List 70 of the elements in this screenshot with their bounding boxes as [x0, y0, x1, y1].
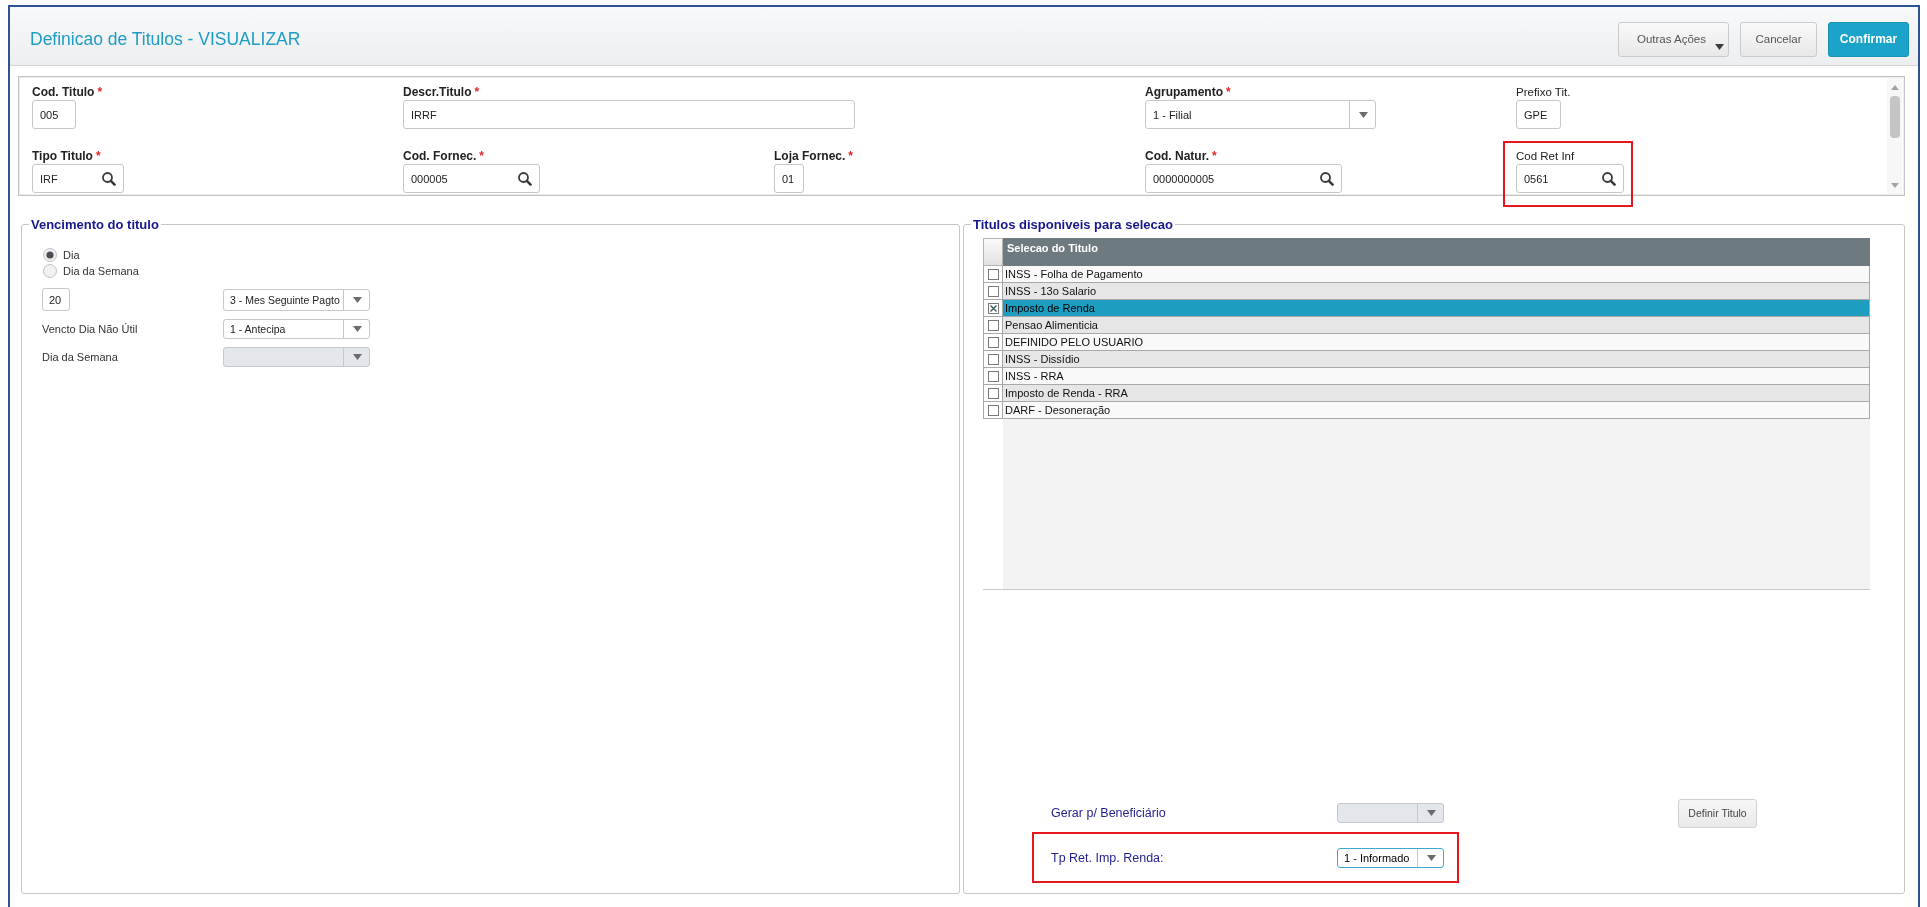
- field-label: Dia da Semana: [42, 351, 119, 363]
- radio-option[interactable]: Dia: [43, 247, 80, 263]
- text-field[interactable]: 005: [32, 100, 76, 129]
- caret-icon: [352, 354, 362, 360]
- more-actions-button[interactable]: Outras Ações: [1617, 21, 1729, 57]
- table-cell[interactable]: INSS - RRA: [1003, 368, 1870, 385]
- lookup-field[interactable]: IRF: [32, 164, 124, 193]
- field-label: Tp Ret. Imp. Renda:: [1051, 851, 1165, 865]
- checkbox[interactable]: [987, 285, 999, 297]
- field-label: Descr.Titulo *: [403, 85, 480, 99]
- table-cell[interactable]: DEFINIDO PELO USUARIO: [1003, 334, 1870, 351]
- field-label: Prefixo Tit.: [1516, 85, 1571, 99]
- field-label: Cod. Fornec. *: [403, 149, 484, 163]
- search-icon: [102, 171, 116, 186]
- dropdown-field[interactable]: 1 - Antecipa: [223, 319, 370, 339]
- search-icon: [1602, 171, 1616, 186]
- column-header[interactable]: Selecao do Titulo: [1003, 238, 1870, 266]
- panel-legend: Vencimento do titulo: [29, 217, 161, 232]
- scrollbar[interactable]: [1887, 78, 1902, 194]
- table-cell[interactable]: Imposto de Renda - RRA: [1003, 385, 1870, 402]
- scrollbar-thumb[interactable]: [1889, 96, 1900, 138]
- field-label: Gerar p/ Beneficiário: [1051, 806, 1167, 820]
- lookup-field[interactable]: 000005: [403, 164, 540, 193]
- caret-icon: [352, 296, 362, 303]
- checkbox[interactable]: [987, 404, 999, 416]
- field-label: Cod. Natur. *: [1145, 149, 1217, 163]
- radio-icon[interactable]: [43, 264, 57, 278]
- checkbox[interactable]: [987, 353, 999, 365]
- field-label: Cod Ret Inf: [1516, 149, 1575, 163]
- cancel-button[interactable]: Cancelar: [1740, 21, 1817, 57]
- checkbox[interactable]: [987, 387, 999, 399]
- radio-option[interactable]: Dia da Semana: [43, 263, 139, 279]
- checkbox[interactable]: [987, 370, 999, 382]
- field-label: Loja Fornec. *: [774, 149, 853, 163]
- caret-icon: [1427, 855, 1436, 861]
- field-label: Cod. Titulo *: [32, 85, 103, 99]
- search-icon: [518, 171, 532, 186]
- table-cell[interactable]: DARF - Desoneração: [1003, 402, 1870, 419]
- field-label: Vencto Dia Não Útil: [42, 323, 139, 335]
- table-cell[interactable]: INSS - Folha de Pagamento: [1003, 266, 1870, 283]
- table-cell[interactable]: INSS - 13o Salario: [1003, 283, 1870, 300]
- lookup-field[interactable]: 0561: [1516, 164, 1624, 193]
- checkbox[interactable]: [987, 268, 999, 280]
- search-icon: [1320, 171, 1334, 186]
- table-cell[interactable]: Pensao Alimenticia: [1003, 317, 1870, 334]
- table-cell[interactable]: Imposto de Renda: [1003, 300, 1870, 317]
- caret-icon: [352, 326, 362, 332]
- panel-legend: Titulos disponiveis para selecao: [971, 217, 1175, 232]
- lookup-field[interactable]: 0000000005: [1145, 164, 1342, 193]
- text-field[interactable]: GPE: [1516, 100, 1561, 129]
- dropdown-field[interactable]: 1 - Filial: [1145, 100, 1376, 129]
- text-field[interactable]: IRRF: [403, 100, 855, 129]
- dropdown-field[interactable]: 1 - Informado: [1337, 848, 1444, 868]
- dropdown-field[interactable]: 3 - Mes Seguinte Pagto: [223, 288, 370, 311]
- table-cell[interactable]: INSS - Dissídio: [1003, 351, 1870, 368]
- checkbox[interactable]: [987, 319, 999, 331]
- radio-icon[interactable]: [43, 248, 57, 262]
- define-button[interactable]: Definir Titulo: [1678, 798, 1757, 828]
- field-label: Agrupamento *: [1145, 85, 1231, 99]
- caret-icon: [1427, 810, 1436, 816]
- scroll-up-icon[interactable]: [1890, 85, 1899, 90]
- text-field[interactable]: 01: [774, 164, 804, 193]
- text-field[interactable]: 20: [42, 288, 70, 311]
- checkbox[interactable]: [987, 336, 999, 348]
- caret-icon: [1359, 111, 1368, 118]
- page-title: Definicao de Titulos - VISUALIZAR: [30, 28, 302, 50]
- checkbox[interactable]: [987, 302, 999, 314]
- scroll-down-icon[interactable]: [1890, 183, 1899, 188]
- field-label: Tipo Titulo *: [32, 149, 101, 163]
- caret-icon: [1715, 43, 1724, 50]
